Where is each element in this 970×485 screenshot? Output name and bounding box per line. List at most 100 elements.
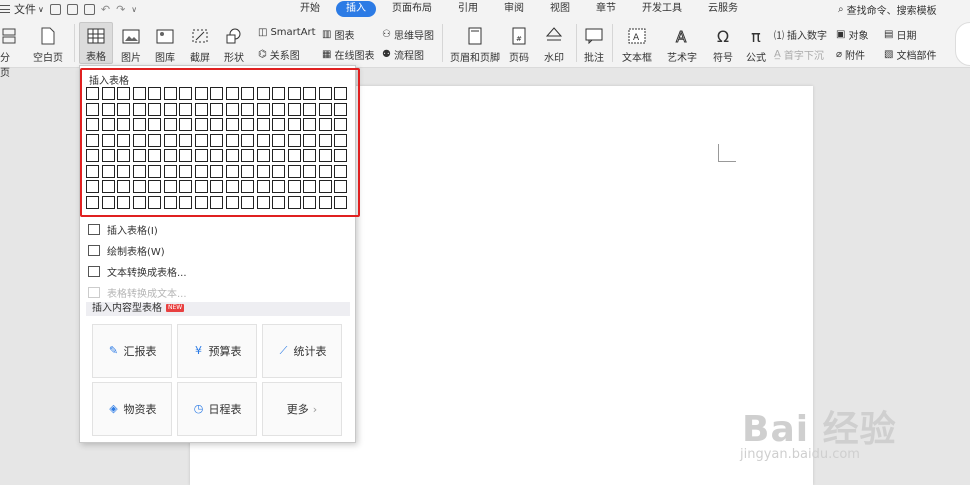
grid-cell[interactable]: [334, 195, 347, 209]
grid-cell[interactable]: [148, 180, 161, 193]
mindmap-button[interactable]: ⚇ 思维导图: [382, 27, 434, 42]
doc-parts-button[interactable]: ▧ 文档部件: [884, 47, 936, 62]
grid-cell[interactable]: [132, 164, 146, 178]
grid-cell[interactable]: [101, 164, 115, 178]
grid-cell[interactable]: [86, 102, 99, 116]
grid-cell[interactable]: [241, 164, 254, 178]
tab-5[interactable]: 视图: [540, 1, 580, 17]
picture-button[interactable]: 图片: [117, 26, 145, 64]
undo-icon[interactable]: ↶: [101, 3, 110, 16]
grid-cell[interactable]: [179, 164, 192, 178]
relation-button[interactable]: ⌬ 关系图: [258, 47, 300, 62]
online-chart-button[interactable]: ▦ 在线图表: [322, 47, 374, 62]
insert-table-item[interactable]: 插入表格(I): [88, 222, 158, 237]
table-size-grid[interactable]: [86, 87, 347, 209]
grid-cell[interactable]: [194, 102, 208, 116]
grid-cell[interactable]: [334, 102, 347, 116]
screenshot-button[interactable]: 截屏: [186, 26, 214, 64]
wordart-button[interactable]: A 艺术字: [663, 26, 701, 64]
supplies-table-card[interactable]: ◈ 物资表: [92, 382, 172, 436]
print-icon[interactable]: [66, 3, 78, 15]
grid-cell[interactable]: [334, 87, 347, 100]
grid-cell[interactable]: [148, 164, 161, 178]
grid-cell[interactable]: [225, 133, 239, 147]
smartart-button[interactable]: ◫ SmartArt: [258, 27, 316, 38]
grid-cell[interactable]: [148, 133, 161, 147]
grid-cell[interactable]: [148, 102, 161, 116]
grid-cell[interactable]: [225, 102, 239, 116]
tab-1[interactable]: 插入: [336, 1, 376, 17]
grid-cell[interactable]: [148, 149, 161, 162]
comment-button[interactable]: 批注: [582, 26, 606, 64]
grid-cell[interactable]: [272, 133, 285, 147]
grid-cell[interactable]: [101, 118, 115, 131]
grid-cell[interactable]: [101, 87, 115, 100]
grid-cell[interactable]: [287, 133, 301, 147]
grid-cell[interactable]: [194, 164, 208, 178]
grid-cell[interactable]: [179, 118, 192, 131]
grid-cell[interactable]: [318, 87, 332, 100]
tab-3[interactable]: 引用: [448, 1, 488, 17]
grid-cell[interactable]: [318, 133, 332, 147]
tab-6[interactable]: 章节: [586, 1, 626, 17]
grid-cell[interactable]: [210, 102, 223, 116]
grid-cell[interactable]: [318, 118, 332, 131]
grid-cell[interactable]: [117, 87, 130, 100]
watermark-button[interactable]: 水印: [540, 26, 568, 64]
grid-cell[interactable]: [210, 180, 223, 193]
grid-cell[interactable]: [272, 118, 285, 131]
avatar[interactable]: [955, 22, 970, 66]
grid-cell[interactable]: [303, 102, 316, 116]
grid-cell[interactable]: [163, 195, 177, 209]
grid-cell[interactable]: [272, 102, 285, 116]
grid-cell[interactable]: [117, 118, 130, 131]
header-footer-button[interactable]: 页眉和页脚: [450, 26, 500, 64]
grid-cell[interactable]: [179, 195, 192, 209]
grid-cell[interactable]: [101, 149, 115, 162]
grid-cell[interactable]: [194, 180, 208, 193]
grid-cell[interactable]: [194, 133, 208, 147]
grid-cell[interactable]: [318, 164, 332, 178]
grid-cell[interactable]: [241, 133, 254, 147]
grid-cell[interactable]: [132, 149, 146, 162]
grid-cell[interactable]: [256, 164, 270, 178]
grid-cell[interactable]: [303, 118, 316, 131]
grid-cell[interactable]: [163, 133, 177, 147]
grid-cell[interactable]: [210, 195, 223, 209]
grid-cell[interactable]: [148, 118, 161, 131]
command-search[interactable]: ⌕ 查找命令、搜索模板: [838, 2, 937, 17]
draw-table-item[interactable]: 绘制表格(W): [88, 243, 165, 258]
tab-8[interactable]: 云服务: [698, 1, 748, 17]
flowchart-button[interactable]: ⚉ 流程图: [382, 47, 424, 62]
grid-cell[interactable]: [101, 180, 115, 193]
grid-cell[interactable]: [272, 87, 285, 100]
grid-cell[interactable]: [163, 118, 177, 131]
grid-cell[interactable]: [117, 102, 130, 116]
grid-cell[interactable]: [210, 133, 223, 147]
grid-cell[interactable]: [225, 87, 239, 100]
grid-cell[interactable]: [256, 195, 270, 209]
grid-cell[interactable]: [179, 87, 192, 100]
schedule-table-card[interactable]: ◷ 日程表: [177, 382, 257, 436]
grid-cell[interactable]: [225, 180, 239, 193]
grid-cell[interactable]: [210, 118, 223, 131]
grid-cell[interactable]: [272, 149, 285, 162]
grid-cell[interactable]: [179, 133, 192, 147]
tab-0[interactable]: 开始: [290, 1, 330, 17]
grid-cell[interactable]: [303, 195, 316, 209]
grid-cell[interactable]: [303, 180, 316, 193]
grid-cell[interactable]: [225, 118, 239, 131]
table-button[interactable]: 表格: [79, 22, 113, 64]
budget-table-card[interactable]: ¥ 预算表: [177, 324, 257, 378]
grid-cell[interactable]: [241, 180, 254, 193]
attachment-button[interactable]: ⌀ 附件: [836, 47, 865, 62]
grid-cell[interactable]: [287, 164, 301, 178]
grid-cell[interactable]: [179, 149, 192, 162]
grid-cell[interactable]: [210, 149, 223, 162]
grid-cell[interactable]: [303, 133, 316, 147]
shape-button[interactable]: 形状: [220, 26, 248, 64]
grid-cell[interactable]: [334, 133, 347, 147]
grid-cell[interactable]: [194, 149, 208, 162]
grid-cell[interactable]: [101, 102, 115, 116]
grid-cell[interactable]: [241, 87, 254, 100]
